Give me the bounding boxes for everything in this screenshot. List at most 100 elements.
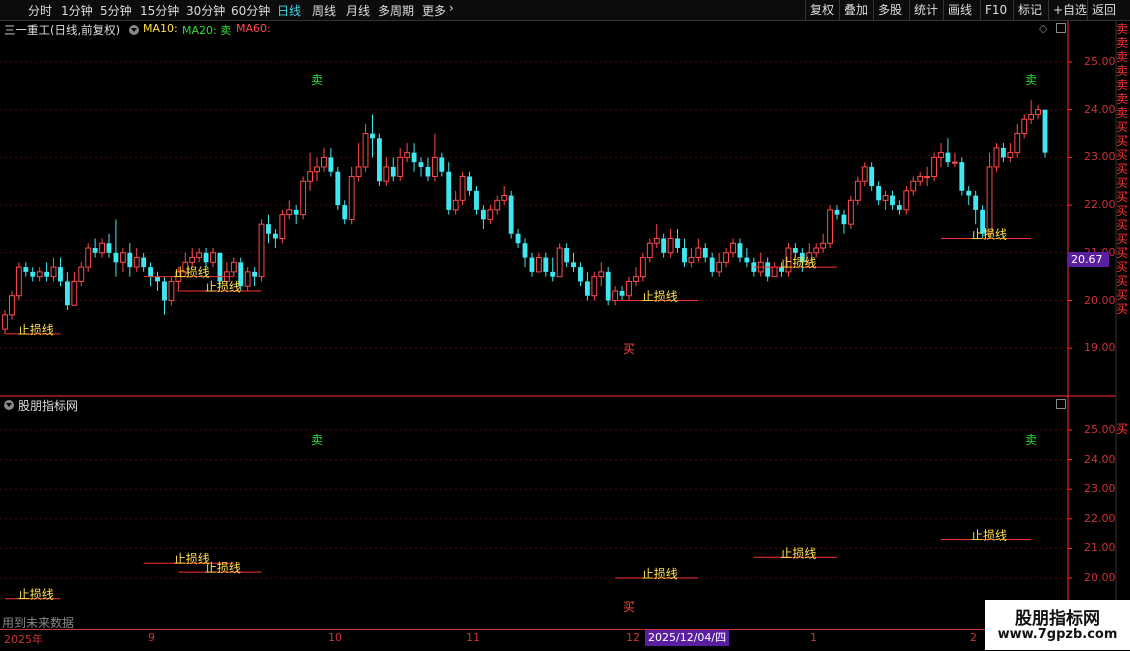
candle-body-up xyxy=(903,190,910,211)
candle-body-up xyxy=(230,261,237,273)
candle-body-up xyxy=(9,295,15,316)
draw-line-button[interactable]: 画线 xyxy=(943,0,976,20)
candle-body-up xyxy=(397,156,404,177)
candle-body-down xyxy=(266,224,271,234)
back-button[interactable]: 返回 xyxy=(1087,0,1120,20)
mark-button[interactable]: 标记 xyxy=(1013,0,1046,20)
candle-body-up xyxy=(459,175,466,201)
multi-stock-button[interactable]: 多股 xyxy=(873,0,906,20)
candle-body-up xyxy=(85,247,92,268)
candle-body-up xyxy=(300,180,307,216)
tab-5min[interactable]: 5分钟 xyxy=(100,2,132,19)
tab-15min[interactable]: 15分钟 xyxy=(140,2,179,19)
chevron-right-icon[interactable]: › xyxy=(449,1,454,15)
sub-y-tick-label: 22.00 xyxy=(1084,511,1116,525)
candle-body-down xyxy=(508,195,514,234)
candle-body-up xyxy=(15,266,22,297)
candle-body-down xyxy=(834,209,840,215)
add-watchlist-button[interactable]: +自选 xyxy=(1048,0,1091,20)
tab-weekly[interactable]: 周线 xyxy=(312,2,336,19)
candle-body-up xyxy=(771,266,778,278)
candle-body-up xyxy=(938,152,944,158)
sub-panel-toggle-icon[interactable] xyxy=(1056,399,1066,409)
tab-multi-period[interactable]: 多周期 xyxy=(378,2,414,19)
stop-line-label: 止损线 xyxy=(174,266,210,280)
candle-body-up xyxy=(820,242,827,249)
tab-more[interactable]: 更多 xyxy=(422,2,446,19)
sell-signal: 卖 xyxy=(311,73,323,87)
candle-body-down xyxy=(744,257,750,263)
candle-body-up xyxy=(501,195,508,201)
candle-body-down xyxy=(1000,147,1006,158)
candle-body-up xyxy=(612,290,619,301)
tab-60min[interactable]: 60分钟 xyxy=(231,2,270,19)
dropdown-icon[interactable] xyxy=(129,25,139,35)
candle-body-down xyxy=(217,252,223,282)
candle-body-down xyxy=(799,252,805,263)
candle-body-down xyxy=(966,190,972,196)
tab-daily[interactable]: 日线 xyxy=(277,2,301,19)
candle-body-down xyxy=(973,195,979,210)
sell-signal: 卖 xyxy=(1025,73,1037,87)
candle-body-down xyxy=(30,271,36,277)
fuquan-button[interactable]: 复权 xyxy=(805,0,838,20)
tab-monthly[interactable]: 月线 xyxy=(346,2,370,19)
x-label-nov: 11 xyxy=(466,631,480,644)
candles xyxy=(2,100,1048,334)
tab-30min[interactable]: 30分钟 xyxy=(186,2,225,19)
candle-body-up xyxy=(882,195,889,201)
sub-y-tick-label: 21.00 xyxy=(1084,541,1116,555)
candle-body-up xyxy=(383,166,390,182)
candle-body-down xyxy=(376,138,382,182)
candle-body-up xyxy=(716,261,723,273)
f10-button[interactable]: F10 xyxy=(980,0,1011,20)
candle-body-down xyxy=(661,238,667,253)
x-axis xyxy=(0,629,1130,651)
panel-toggle-icon[interactable] xyxy=(1056,23,1066,33)
candle-body-down xyxy=(765,262,771,277)
sub-dropdown-icon[interactable] xyxy=(4,400,14,410)
candle-body-down xyxy=(876,186,882,201)
stats-button[interactable]: 统计 xyxy=(909,0,942,20)
y-tick-label: 20.00 xyxy=(1084,293,1116,307)
candle-body-down xyxy=(272,233,278,239)
candle-body-down xyxy=(148,267,154,277)
candle-body-up xyxy=(244,271,251,287)
candle-body-up xyxy=(1028,113,1035,120)
diamond-icon[interactable]: ◇ xyxy=(1039,22,1047,35)
candle-body-up xyxy=(861,166,868,182)
candle-body-up xyxy=(348,175,355,220)
tab-fenshi[interactable]: 分时 xyxy=(28,2,52,19)
sub-stop-line-label: 止损线 xyxy=(780,546,816,560)
candle-body-down xyxy=(584,281,590,296)
candle-body-up xyxy=(50,266,57,278)
kline-chart[interactable]: 止损线止损线止损线止损线止损线止损线止损线止损线止损线止损线止损线止损线 卖卖卖… xyxy=(0,0,1130,650)
candle-body-up xyxy=(1014,133,1021,154)
candle-body-down xyxy=(702,248,708,258)
candle-body-down xyxy=(474,190,479,210)
candle-body-down xyxy=(1042,109,1048,153)
candle-body-down xyxy=(779,267,784,272)
candle-body-up xyxy=(286,209,293,216)
candle-body-down xyxy=(162,281,167,301)
candle-body-down xyxy=(113,252,119,263)
watermark-url: www.7gpzb.com xyxy=(997,627,1118,642)
candle-body-up xyxy=(182,261,189,273)
candle-body-down xyxy=(543,257,549,272)
candle-body-down xyxy=(238,262,244,287)
candle-body-down xyxy=(446,171,452,210)
candle-body-up xyxy=(168,280,175,302)
tab-1min[interactable]: 1分钟 xyxy=(61,2,93,19)
candle-body-up xyxy=(910,180,917,192)
sub-y-tick-label: 23.00 xyxy=(1084,482,1116,496)
candle-body-down xyxy=(522,243,528,258)
x-label-dec: 12 xyxy=(626,631,640,644)
candle-body-up xyxy=(78,266,85,282)
candle-body-up xyxy=(431,156,438,177)
overlay-button[interactable]: 叠加 xyxy=(839,0,872,20)
top-toolbar: 分时 1分钟 5分钟 15分钟 30分钟 60分钟 日线 周线 月线 多周期 更… xyxy=(0,0,1130,21)
candle-body-up xyxy=(494,199,501,211)
sub-stop-line-label: 止损线 xyxy=(174,552,210,566)
y-tick-label: 19.00 xyxy=(1084,341,1116,355)
candle-body-down xyxy=(571,262,576,268)
